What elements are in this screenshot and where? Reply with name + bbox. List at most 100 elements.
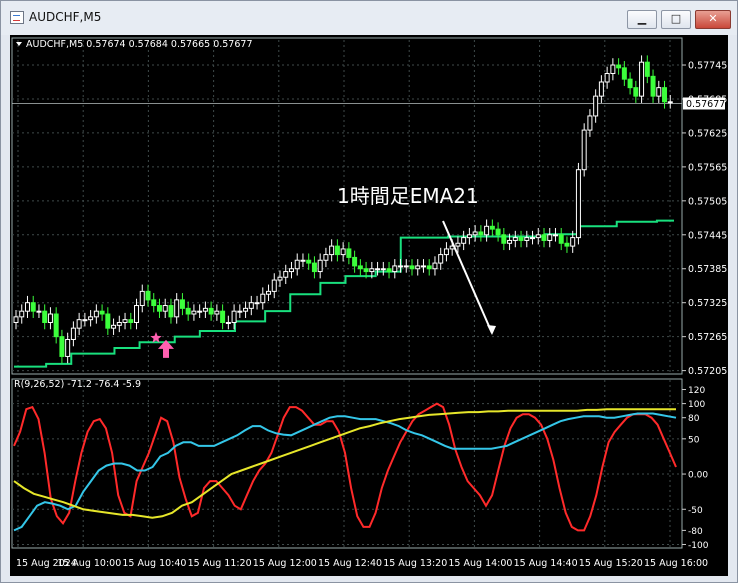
price-tick-label: 0.57385 [688,264,727,275]
candle-body [644,61,650,77]
candle-body [202,307,208,312]
candle-body [134,305,140,324]
maximize-icon: □ [670,12,682,25]
price-axis[interactable]: 0.577450.576850.576250.575650.575050.574… [682,61,727,378]
candle-body [145,290,151,301]
candle-body [156,305,162,312]
price-tick-label: 0.57745 [688,61,727,72]
candle-body [570,237,576,247]
candle-body [478,231,484,236]
price-tick-label: 0.57565 [688,162,727,173]
candle-body [426,265,432,270]
oscillator-header: R(9,26,52) -71.2 -76.4 -5.9 [14,379,141,390]
chart-canvas[interactable]: 0.577450.576850.576250.575650.575050.574… [10,35,728,576]
title-bar[interactable]: AUDCHF,M5 ▁ □ ✕ [1,1,737,35]
candle-body [409,265,415,270]
candle-body [168,305,174,318]
candle-body [656,87,662,97]
candle-body [587,115,593,131]
candle-body [334,245,340,256]
candle-body [254,302,260,305]
candle-body [65,338,71,357]
time-tick-label: 15 Aug 11:20 [188,558,252,569]
price-tick-label: 0.57325 [688,298,727,309]
candle-body [662,87,668,103]
chart-area[interactable]: 0.577450.576850.576250.575650.575050.574… [10,35,728,576]
candle-body [329,245,335,256]
close-icon: ✕ [708,12,718,25]
time-tick-label: 15 Aug 14:00 [448,558,512,569]
candle-body [220,310,226,324]
candle-body [76,319,82,329]
time-tick-label: 15 Aug 13:20 [383,558,447,569]
candle-body [621,67,627,80]
candle-body [512,237,518,241]
candle-body [294,259,300,270]
candle-body [300,259,306,262]
close-button[interactable]: ✕ [695,10,731,29]
candle-body [633,87,639,97]
candle-body [30,302,36,312]
candle-body [88,316,94,321]
candles [13,55,673,364]
candle-body [70,327,76,340]
candle-body [266,290,272,295]
oscillator-series-line [13,402,677,532]
candle-body [495,228,501,236]
dropdown-triangle-icon [16,42,22,46]
minimize-icon: ▁ [637,12,647,25]
price-tick-label: 0.57625 [688,128,727,139]
grid-lines [11,37,683,549]
candle-body [616,64,622,69]
osc-tick-label: 120 [688,386,705,396]
oscillator-lines [13,402,677,532]
candle-body [524,237,530,241]
candle-body [208,307,214,315]
candle-body [484,225,490,236]
candle-body [93,310,99,318]
candle-body [575,169,581,239]
chart-window-icon [10,11,24,24]
candle-body [214,310,220,315]
candle-body [162,305,168,312]
signal-star-icon [150,331,162,343]
candle-body [174,299,180,318]
candle-body [357,265,363,270]
osc-tick-label: -100 [688,541,709,551]
candle-body [501,234,507,244]
osc-tick-label: 50 [688,435,700,445]
candle-body [99,310,105,315]
minimize-button[interactable]: ▁ [627,10,657,29]
candle-body [122,319,128,324]
candle-body [237,310,243,313]
candle-body [47,313,53,324]
candle-body [455,242,461,247]
candle-body [24,302,30,312]
current-price-label: 0.57677 [686,99,725,110]
candle-body [231,310,237,324]
osc-tick-label: 80 [688,414,700,424]
price-tick-label: 0.57265 [688,332,727,343]
candle-body [260,293,266,304]
candle-body [518,237,524,241]
candle-body [82,319,88,322]
time-tick-label: 15 Aug 10:00 [57,558,121,569]
time-axis[interactable]: 15 Aug 202415 Aug 10:00 15 Aug 10:40 15 Au… [16,558,708,569]
candle-body [116,322,122,326]
maximize-button[interactable]: □ [661,10,691,29]
candle-body [317,259,323,273]
candle-body [535,234,541,239]
price-tick-label: 0.57205 [688,366,727,377]
candle-body [128,319,134,324]
price-tick-label: 0.57445 [688,230,727,241]
candle-body [507,239,513,244]
candle-body [627,78,633,89]
candle-body [197,310,203,313]
candle-body [593,95,599,117]
candle-body [558,234,564,244]
candle-body [323,254,329,261]
candle-body [306,259,312,264]
candle-body [271,279,277,292]
oscillator-axis[interactable]: 120 100 80 50 0.00 -50 -80 -100 [682,386,709,551]
candle-body [598,81,604,97]
